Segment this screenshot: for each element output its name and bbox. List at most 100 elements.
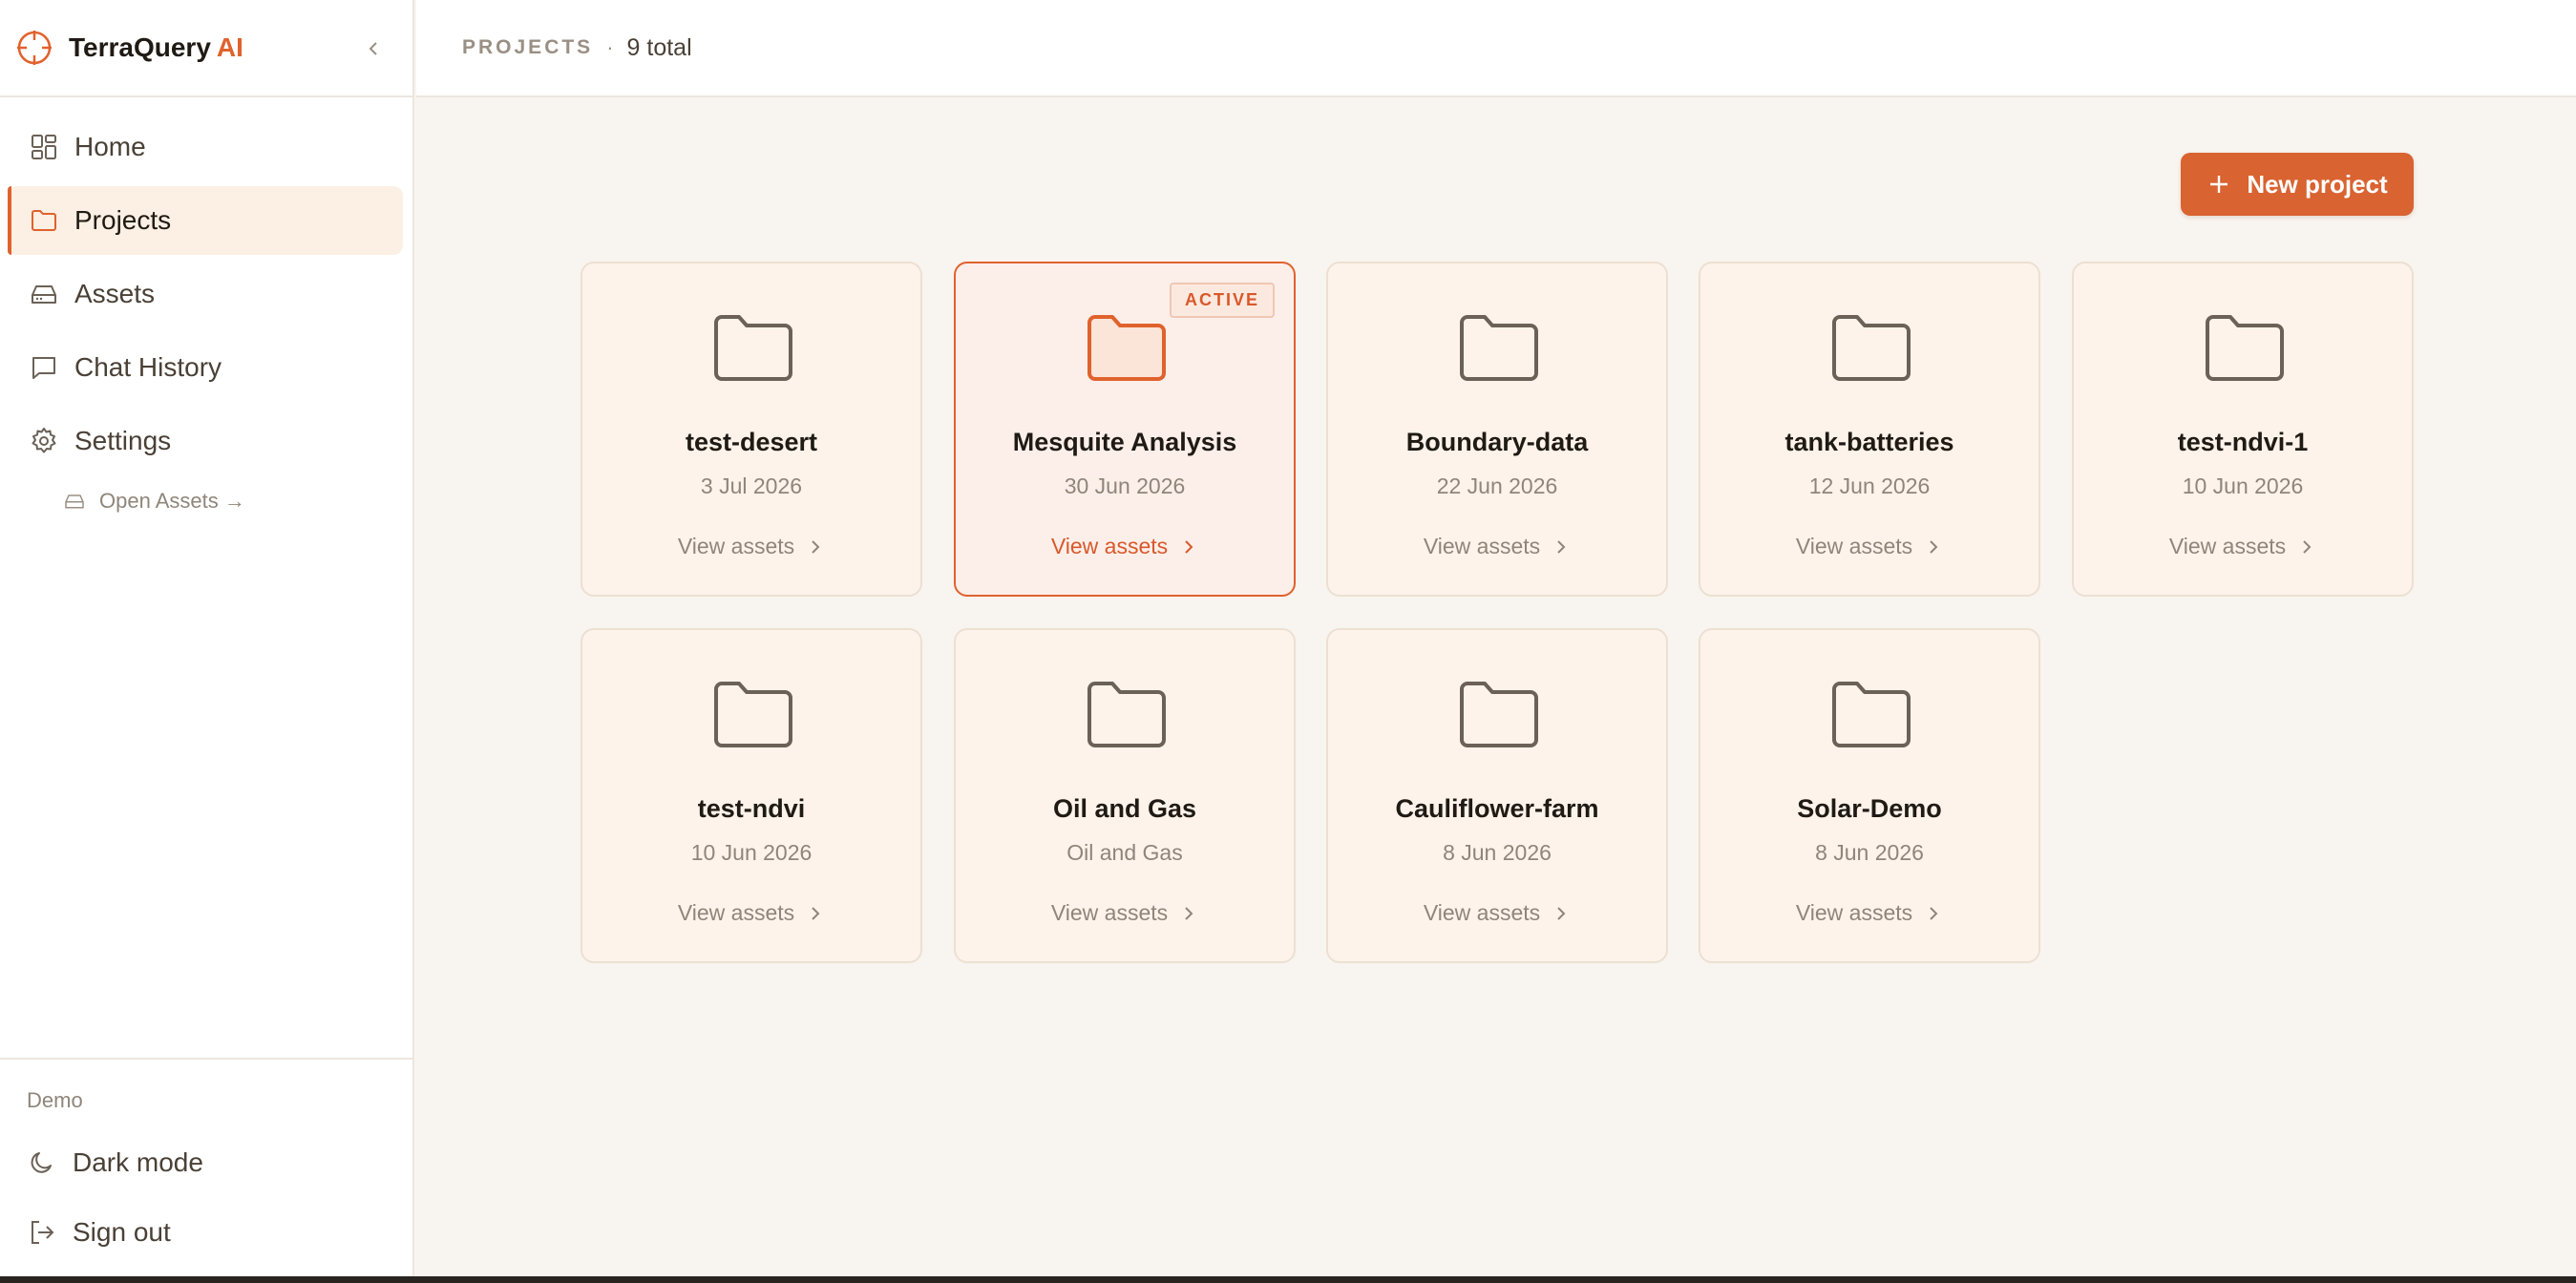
project-date: 12 Jun 2026 (1808, 473, 1931, 498)
project-card[interactable]: Oil and Gas Oil and Gas View assets (954, 628, 1296, 963)
folder-icon (32, 210, 56, 231)
view-assets-label: View assets (2168, 534, 2287, 558)
sidebar-item-label: Projects (74, 205, 172, 235)
folder-icon (714, 315, 792, 381)
project-date: Oil and Gas (1066, 840, 1183, 865)
chat-icon (32, 357, 55, 379)
chevron-right-icon (1185, 906, 1193, 920)
grid-icon (32, 135, 56, 159)
project-date: 8 Jun 2026 (1815, 840, 1924, 865)
view-assets-label: View assets (1050, 534, 1169, 558)
folder-icon (1087, 315, 1166, 381)
chevron-right-icon (1930, 539, 1938, 554)
chevron-right-icon (812, 906, 820, 920)
chevron-right-icon (1185, 539, 1193, 554)
chevron-left-icon (369, 42, 377, 55)
view-assets-label: View assets (1050, 900, 1169, 925)
view-assets-link[interactable]: View assets (1328, 900, 1666, 926)
view-assets-link[interactable]: View assets (1700, 900, 2038, 926)
plus-icon (2210, 176, 2228, 193)
project-date: 8 Jun 2026 (1443, 840, 1552, 865)
chevron-right-icon (1557, 906, 1566, 920)
sidebar-item-home[interactable]: Home (8, 113, 403, 181)
project-card[interactable]: Solar-Demo 8 Jun 2026 View assets (1699, 628, 2040, 963)
project-name: test-ndvi (697, 794, 806, 823)
view-assets-label: View assets (1795, 900, 1913, 925)
chevron-right-icon (1930, 906, 1938, 920)
folder-icon (1460, 682, 1538, 747)
sidebar-item-chat-history[interactable]: Chat History (8, 333, 403, 402)
project-card[interactable]: ACTIVE Mesquite Analysis 30 Jun 2026 Vie… (954, 262, 1296, 597)
sidebar-item-label: Home (74, 132, 146, 161)
project-card[interactable]: test-ndvi 10 Jun 2026 View assets (581, 628, 922, 963)
sidebar-nav: Home Projects Assets Chat History Settin… (0, 113, 414, 480)
project-name: Boundary-data (1405, 428, 1589, 456)
project-date: 30 Jun 2026 (1064, 473, 1186, 498)
project-date: 3 Jul 2026 (700, 473, 803, 498)
crosshair-logo-icon (17, 31, 52, 65)
view-assets-link[interactable]: View assets (582, 534, 920, 559)
project-date: 10 Jun 2026 (2182, 473, 2304, 498)
project-name: Solar-Demo (1797, 794, 1942, 823)
project-name: tank-batteries (1784, 428, 1954, 456)
sign-out-label: Sign out (73, 1217, 171, 1247)
open-assets-label: Open Assets → (99, 489, 245, 513)
project-card[interactable]: Cauliflower-farm 8 Jun 2026 View assets (1326, 628, 1668, 963)
sidebar: TerraQuery AI Home Projects Assets Chat … (0, 0, 414, 1276)
brand-header: TerraQuery AI (0, 0, 412, 97)
new-project-button[interactable]: New project (2181, 153, 2414, 216)
view-assets-label: View assets (1423, 534, 1541, 558)
project-card[interactable]: test-desert 3 Jul 2026 View assets (581, 262, 922, 597)
moon-icon (31, 1152, 52, 1173)
drive-icon (32, 285, 56, 304)
section-label: PROJECTS (462, 36, 594, 58)
chevron-right-icon (812, 539, 820, 554)
view-assets-link[interactable]: View assets (1328, 534, 1666, 559)
chevron-right-icon (2303, 539, 2312, 554)
view-assets-label: View assets (677, 534, 795, 558)
sidebar-footer: Demo Dark mode Sign out (0, 1058, 414, 1247)
dark-mode-label: Dark mode (73, 1147, 203, 1177)
sidebar-item-projects[interactable]: Projects (8, 186, 403, 255)
sidebar-item-label: Assets (74, 279, 156, 308)
view-assets-link[interactable]: View assets (956, 534, 1294, 559)
view-assets-link[interactable]: View assets (1700, 534, 2038, 559)
chevron-right-icon (1557, 539, 1566, 554)
project-count: 9 total (626, 33, 692, 61)
window-bottom-edge (0, 1276, 2576, 1283)
sidebar-item-settings[interactable]: Settings (8, 407, 403, 475)
collapse-sidebar-button[interactable] (359, 34, 388, 63)
open-assets-link[interactable]: Open Assets → (63, 489, 245, 514)
brand-name: TerraQuery AI (69, 32, 243, 63)
project-card[interactable]: test-ndvi-1 10 Jun 2026 View assets (2072, 262, 2414, 597)
topbar: PROJECTS · 9 total (416, 0, 2576, 97)
project-date: 22 Jun 2026 (1436, 473, 1558, 498)
view-assets-label: View assets (677, 900, 795, 925)
folder-icon (714, 682, 792, 747)
breadcrumb: PROJECTS · 9 total (462, 34, 692, 62)
project-card[interactable]: tank-batteries 12 Jun 2026 View assets (1699, 262, 2040, 597)
project-name: Oil and Gas (1052, 794, 1197, 823)
workspace-label: Demo (27, 1088, 83, 1112)
drive-icon (65, 494, 84, 509)
folder-icon (1832, 682, 1911, 747)
active-badge: ACTIVE (1169, 283, 1275, 318)
project-card[interactable]: Boundary-data 22 Jun 2026 View assets (1326, 262, 1668, 597)
breadcrumb-separator: · (606, 35, 614, 59)
view-assets-link[interactable]: View assets (2074, 534, 2412, 559)
brand-suffix: AI (216, 32, 243, 62)
project-name: Cauliflower-farm (1395, 794, 1599, 823)
project-name: Mesquite Analysis (1012, 428, 1237, 456)
folder-icon (1460, 315, 1538, 381)
folder-icon (1087, 682, 1166, 747)
sidebar-item-assets[interactable]: Assets (8, 260, 403, 328)
view-assets-link[interactable]: View assets (956, 900, 1294, 926)
project-date: 10 Jun 2026 (690, 840, 813, 865)
project-name: test-desert (685, 428, 818, 456)
sidebar-item-label: Chat History (74, 352, 222, 382)
sign-out-button[interactable]: Sign out (27, 1217, 171, 1248)
view-assets-link[interactable]: View assets (582, 900, 920, 926)
view-assets-label: View assets (1795, 534, 1913, 558)
folder-icon (2206, 315, 2284, 381)
dark-mode-toggle[interactable]: Dark mode (27, 1147, 203, 1178)
